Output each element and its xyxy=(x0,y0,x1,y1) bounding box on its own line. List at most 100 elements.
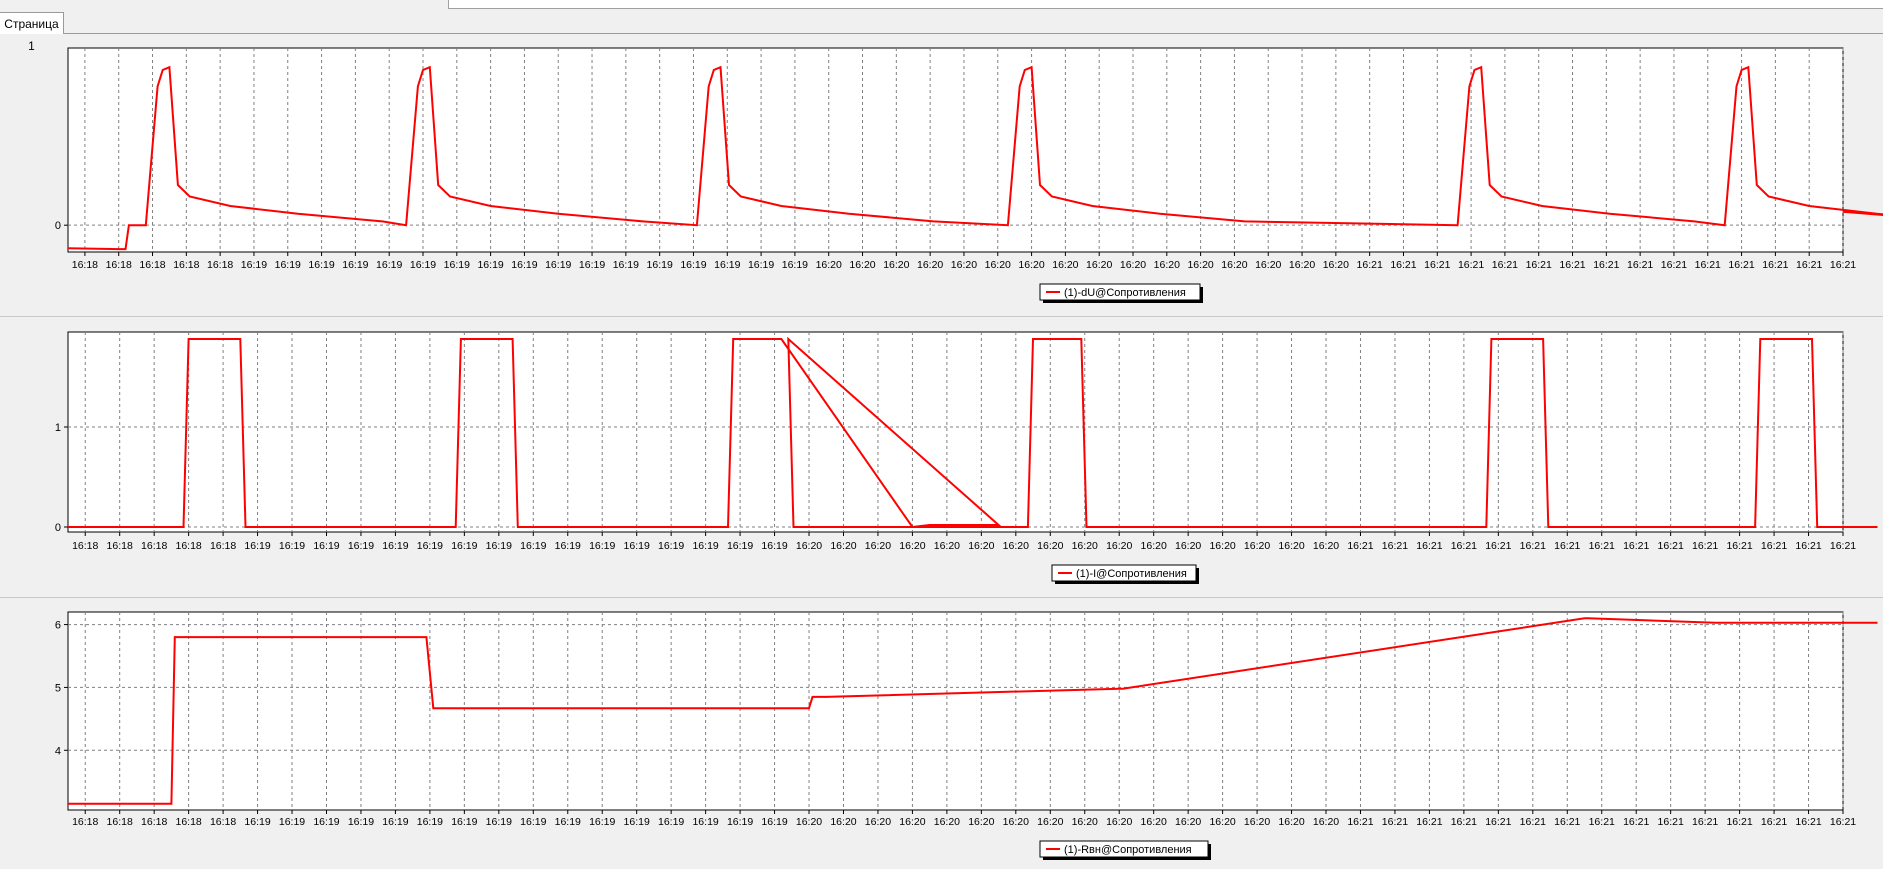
y-tick-label: 4 xyxy=(55,745,61,757)
x-tick-label: 16:21 xyxy=(1728,259,1754,271)
x-tick-label: 16:19 xyxy=(244,816,270,828)
x-tick-label: 16:21 xyxy=(1796,259,1822,271)
x-tick-label: 16:19 xyxy=(748,259,774,271)
plot-area xyxy=(67,611,1844,811)
x-tick-label: 16:20 xyxy=(1313,816,1339,828)
x-tick-label: 16:20 xyxy=(816,259,842,271)
x-tick-label: 16:21 xyxy=(1554,816,1580,828)
x-tick-label: 16:18 xyxy=(107,816,133,828)
x-tick-label: 16:19 xyxy=(727,540,753,552)
x-tick-label: 16:20 xyxy=(1086,259,1112,271)
x-tick-label: 16:21 xyxy=(1416,540,1442,552)
legend: (1)-Rвн@Сопротивления xyxy=(1039,840,1211,860)
y-tick-label: 1 xyxy=(55,422,61,434)
legend-label: (1)-dU@Сопротивления xyxy=(1064,287,1186,299)
x-tick-label: 16:19 xyxy=(486,540,512,552)
x-tick-label: 16:19 xyxy=(624,540,650,552)
x-tick-label: 16:21 xyxy=(1795,540,1821,552)
x-tick-label: 16:19 xyxy=(555,816,581,828)
x-tick-label: 16:19 xyxy=(477,259,503,271)
x-tick-label: 16:20 xyxy=(1278,816,1304,828)
x-tick-label: 16:19 xyxy=(382,816,408,828)
x-tick-label: 16:18 xyxy=(72,816,98,828)
x-tick-label: 16:21 xyxy=(1692,540,1718,552)
x-tick-label: 16:19 xyxy=(244,540,270,552)
x-tick-label: 16:19 xyxy=(275,259,301,271)
tab-page-1[interactable]: Страница 1 xyxy=(0,12,64,53)
x-tick-label: 16:18 xyxy=(141,816,167,828)
plot-area xyxy=(67,47,1844,253)
x-tick-label: 16:21 xyxy=(1830,540,1856,552)
x-tick-label: 16:21 xyxy=(1559,259,1585,271)
x-tick-label: 16:19 xyxy=(555,540,581,552)
x-tick-label: 16:19 xyxy=(348,540,374,552)
x-tick-label: 16:20 xyxy=(951,259,977,271)
x-tick-label: 16:18 xyxy=(72,259,98,271)
x-tick-label: 16:18 xyxy=(141,540,167,552)
x-tick-label: 16:18 xyxy=(175,816,201,828)
legend-label: (1)-Rвн@Сопротивления xyxy=(1064,844,1192,856)
x-tick-label: 16:21 xyxy=(1347,816,1373,828)
x-tick-label: 16:20 xyxy=(1106,816,1132,828)
x-tick-label: 16:19 xyxy=(444,259,470,271)
x-tick-label: 16:20 xyxy=(1018,259,1044,271)
x-tick-label: 16:19 xyxy=(761,816,787,828)
x-tick-label: 16:18 xyxy=(72,540,98,552)
x-tick-label: 16:21 xyxy=(1623,540,1649,552)
x-tick-label: 16:19 xyxy=(520,816,546,828)
x-tick-label: 16:19 xyxy=(727,816,753,828)
x-tick-label: 16:20 xyxy=(1037,816,1063,828)
x-tick-label: 16:21 xyxy=(1627,259,1653,271)
x-tick-label: 16:20 xyxy=(1154,259,1180,271)
x-tick-label: 16:20 xyxy=(1221,259,1247,271)
panel-separator xyxy=(0,597,1883,598)
x-tick-label: 16:20 xyxy=(1187,259,1213,271)
x-tick-label: 16:19 xyxy=(613,259,639,271)
x-tick-label: 16:21 xyxy=(1357,259,1383,271)
x-tick-label: 16:21 xyxy=(1520,540,1546,552)
x-tick-label: 16:21 xyxy=(1762,259,1788,271)
x-tick-label: 16:20 xyxy=(849,259,875,271)
x-tick-label: 16:21 xyxy=(1424,259,1450,271)
x-tick-label: 16:21 xyxy=(1347,540,1373,552)
top-input-field[interactable] xyxy=(448,0,1883,9)
y-tick-label: 0 xyxy=(55,220,61,232)
x-tick-label: 16:20 xyxy=(865,816,891,828)
x-tick-label: 16:21 xyxy=(1692,816,1718,828)
x-tick-label: 16:20 xyxy=(968,816,994,828)
x-tick-label: 16:21 xyxy=(1416,816,1442,828)
x-tick-label: 16:19 xyxy=(782,259,808,271)
x-tick-label: 16:21 xyxy=(1451,816,1477,828)
x-tick-label: 16:21 xyxy=(1761,540,1787,552)
x-tick-label: 16:18 xyxy=(139,259,165,271)
x-tick-label: 16:18 xyxy=(107,540,133,552)
x-tick-label: 16:19 xyxy=(451,540,477,552)
x-tick-label: 16:20 xyxy=(1003,540,1029,552)
x-tick-label: 16:21 xyxy=(1382,816,1408,828)
x-tick-label: 16:21 xyxy=(1451,540,1477,552)
x-tick-label: 16:21 xyxy=(1520,816,1546,828)
x-tick-label: 16:19 xyxy=(647,259,673,271)
y-tick-label: 6 xyxy=(55,620,61,632)
x-tick-label: 16:21 xyxy=(1526,259,1552,271)
chart-du: 16:18 16:18 16:18 16:18 16:18 16:19 16:19 16:19… xyxy=(55,47,1883,303)
x-tick-label: 16:19 xyxy=(545,259,571,271)
x-tick-label: 16:20 xyxy=(899,816,925,828)
x-tick-label: 16:19 xyxy=(417,816,443,828)
x-tick-label: 16:21 xyxy=(1695,259,1721,271)
x-tick-label: 16:20 xyxy=(1255,259,1281,271)
x-tick-label: 16:19 xyxy=(308,259,334,271)
x-tick-label: 16:18 xyxy=(173,259,199,271)
x-tick-label: 16:21 xyxy=(1726,816,1752,828)
x-tick-label: 16:19 xyxy=(511,259,537,271)
x-tick-label: 16:20 xyxy=(1106,540,1132,552)
top-toolbar: Страница 1 xyxy=(0,0,1883,53)
x-tick-label: 16:19 xyxy=(342,259,368,271)
x-tick-label: 16:18 xyxy=(106,259,132,271)
x-tick-label: 16:19 xyxy=(680,259,706,271)
legend: (1)-dU@Сопротивления xyxy=(1039,283,1203,303)
x-tick-label: 16:19 xyxy=(313,540,339,552)
x-tick-label: 16:18 xyxy=(207,259,233,271)
x-tick-label: 16:20 xyxy=(1323,259,1349,271)
x-tick-label: 16:20 xyxy=(1072,540,1098,552)
